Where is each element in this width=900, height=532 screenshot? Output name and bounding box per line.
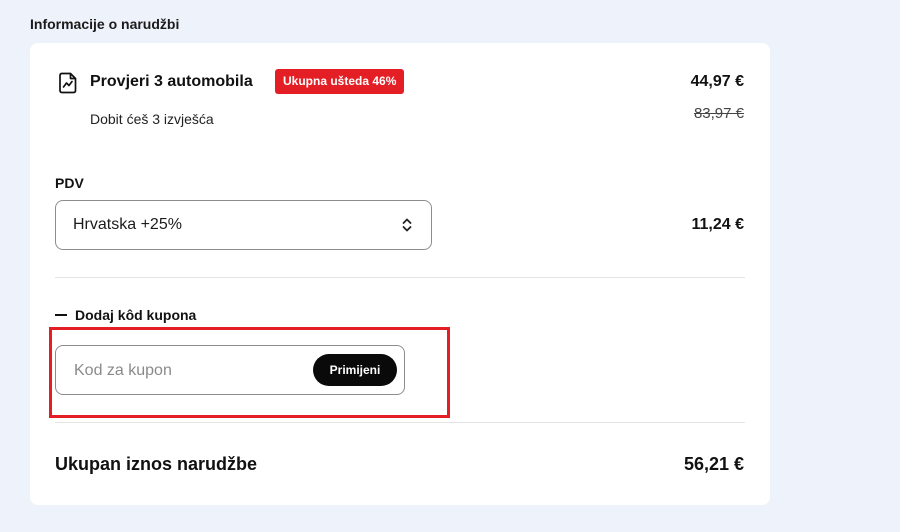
select-chevron-updown-icon [402,218,412,232]
apply-coupon-button[interactable]: Primijeni [313,354,397,386]
divider [55,277,745,278]
vat-select-value: Hrvatska +25% [73,216,182,233]
add-coupon-toggle[interactable]: Dodaj kôd kupona [55,307,196,323]
savings-badge: Ukupna ušteda 46% [275,69,405,94]
vat-country-select[interactable]: Hrvatska +25% [55,200,432,250]
report-document-icon [59,72,77,94]
product-old-price: 83,97 € [693,105,744,122]
section-title: Informacije o narudžbi [30,16,180,32]
product-subtitle: Dobit ćeš 3 izvješća [90,111,214,127]
order-summary-card: Provjeri 3 automobila Ukupna ušteda 46% … [30,43,770,505]
divider [55,422,745,423]
vat-label: PDV [55,175,84,191]
coupon-input[interactable] [72,356,306,386]
total-amount: 56,21 € [683,454,744,474]
coupon-field: Primijeni [55,345,405,395]
vat-amount: 11,24 € [691,216,745,233]
total-label: Ukupan iznos narudžbe [55,454,258,474]
product-title: Provjeri 3 automobila [90,73,253,90]
minus-icon [55,314,67,316]
add-coupon-label: Dodaj kôd kupona [75,307,197,323]
product-price: 44,97 € [690,73,744,90]
